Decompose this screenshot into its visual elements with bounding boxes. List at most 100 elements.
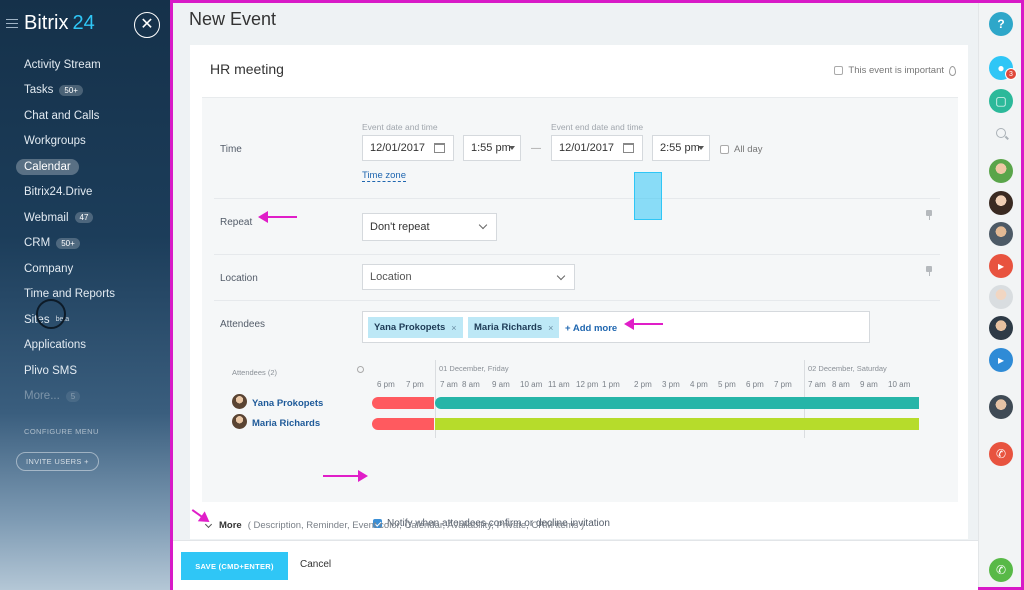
counter-badge: 50+ [59,84,83,96]
bitrix-logo[interactable]: Bitrix 24 [24,12,95,35]
event-name-input[interactable]: HR meeting [210,61,284,77]
add-more-link[interactable]: + Add more [565,323,617,334]
time-zone-link[interactable]: Time zone [362,170,406,182]
divider [214,198,940,199]
chat-icon[interactable]: ▢ [989,89,1013,113]
end-date-input[interactable]: 12/01/2017 [551,135,643,161]
contact-avatar[interactable] [989,285,1013,309]
event-editor: New Event HR meeting This event is impor… [170,0,978,590]
repeat-select[interactable]: Don't repeat [362,213,497,241]
contact-avatar[interactable] [989,222,1013,246]
megaphone-icon[interactable]: ▸ [989,348,1013,372]
caret-icon [698,146,704,150]
contact-avatar[interactable] [989,159,1013,183]
planner-hour-label: 3 pm [662,380,680,389]
sidebar-item-company[interactable]: Company [0,256,170,282]
planner-hour-label: 7 am [440,380,458,389]
hamburger-icon[interactable] [6,19,18,28]
event-form-card: HR meeting This event is important Time … [190,45,968,539]
sidebar-item-applications[interactable]: Applications [0,333,170,359]
sidebar-item-workgroups[interactable]: Workgroups [0,129,170,155]
divider [214,254,940,255]
close-icon[interactable]: ✕ [134,12,160,38]
search-icon[interactable] [996,128,1006,138]
invite-users-button[interactable]: INVITE USERS + [16,452,99,471]
left-sidebar: Bitrix 24 ✕ Activity Stream Tasks 50+ Chat… [0,0,170,590]
phone-icon[interactable]: ✆ [989,442,1013,466]
end-time-select[interactable]: 2:55 pm [652,135,710,161]
planner-hour-label: 4 pm [690,380,708,389]
attendee-planner: Attendees (2) 01 December, Friday 02 Dec… [202,356,958,456]
pin-icon[interactable] [926,210,932,220]
chevron-down-icon [556,271,566,281]
sidebar-item-time-reports[interactable]: Time and Reports [0,282,170,308]
availability-bar [435,418,919,430]
sidebar-item-tasks[interactable]: Tasks 50+ [0,78,170,104]
calendar-icon[interactable] [434,143,445,153]
pin-icon[interactable] [926,266,932,276]
attendees-input[interactable]: Yana Prokopets × Maria Richards × + Add mo… [362,311,870,343]
sidebar-item-more[interactable]: More... 5 [0,384,170,410]
remove-icon[interactable]: × [451,323,456,333]
sidebar-item-drive[interactable]: Bitrix24.Drive [0,180,170,206]
sidebar-header: Bitrix 24 [6,12,95,35]
selected-time-slot[interactable] [634,172,662,220]
more-options-toggle[interactable]: More ( Description, Reminder, Event colo… [204,520,584,531]
planner-header: Attendees (2) [232,368,278,377]
sidebar-item-webmail[interactable]: Webmail 47 [0,205,170,231]
sidebar-item-calendar[interactable]: Calendar [0,154,170,180]
attendee-tag[interactable]: Yana Prokopets × [368,317,463,338]
sidebar-item-sites[interactable]: Sites beta [0,307,170,333]
counter-badge: 5 [65,390,81,402]
chevron-down-icon [478,220,488,230]
planner-hour-label: 2 pm [634,380,652,389]
planner-hour-label: 7 am [808,380,826,389]
planner-hour-label: 8 am [832,380,850,389]
end-caption: Event end date and time [551,122,644,132]
planner-hour-label: 9 am [492,380,510,389]
remove-icon[interactable]: × [548,323,553,333]
attendees-label: Attendees [220,319,266,330]
help-icon[interactable]: ? [989,12,1013,36]
planner-hour-label: 8 am [462,380,480,389]
planner-attendee-name[interactable]: Yana Prokopets [252,398,323,409]
avatar [232,414,247,429]
cancel-button[interactable]: Cancel [300,559,331,570]
planner-day: 01 December, Friday [439,364,509,373]
form-fields: Time Event date and time Event end date … [202,97,958,529]
save-button[interactable]: SAVE (CMD+ENTER) [181,552,288,580]
page-title: New Event [189,9,277,29]
start-caption: Event date and time [362,122,438,132]
caret-icon [509,146,515,150]
sidebar-item-chat[interactable]: Chat and Calls [0,103,170,129]
important-toggle[interactable]: This event is important [834,65,956,76]
configure-menu-link[interactable]: CONFIGURE MENU [24,427,99,436]
sidebar-item-plivo[interactable]: Plivo SMS [0,358,170,384]
contact-avatar[interactable] [989,316,1013,340]
main-menu: Activity Stream Tasks 50+ Chat and Calls … [0,52,170,409]
busy-bar [372,397,434,409]
calendar-icon[interactable] [623,143,634,153]
phone-icon[interactable]: ✆ [989,558,1013,582]
annotation-arrow [258,211,297,223]
sidebar-item-crm[interactable]: CRM 50+ [0,231,170,257]
planner-attendee-name[interactable]: Maria Richards [252,418,320,429]
contact-avatar[interactable] [989,191,1013,215]
sidebar-item-activity-stream[interactable]: Activity Stream [0,52,170,78]
start-time-select[interactable]: 1:55 pm [463,135,521,161]
right-rail: ? ● 3 ▢ ▸ ▸ ✆ ✆ [978,0,1024,590]
attendee-tag[interactable]: Maria Richards × [468,317,560,338]
start-date-input[interactable]: 12/01/2017 [362,135,454,161]
cursor-highlight [36,299,66,329]
all-day-toggle[interactable]: All day [720,144,763,155]
availability-bar [435,397,919,409]
counter-badge: 50+ [56,237,80,249]
all-day-checkbox[interactable] [720,145,729,154]
megaphone-icon[interactable]: ▸ [989,254,1013,278]
location-select[interactable]: Location [362,264,575,290]
planner-hour-label: 11 am [548,380,570,389]
important-checkbox[interactable] [834,66,844,75]
planner-hour-label: 1 pm [602,380,620,389]
gear-icon[interactable] [357,366,364,373]
contact-avatar[interactable] [989,395,1013,419]
